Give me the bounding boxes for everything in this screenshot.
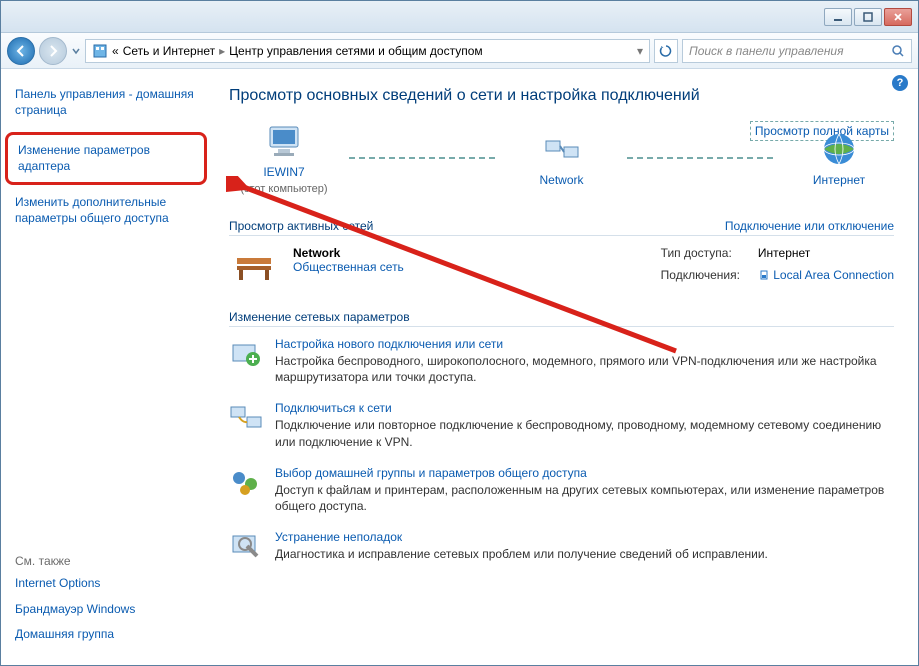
map-line [349, 157, 497, 159]
task-link[interactable]: Настройка нового подключения или сети [275, 337, 894, 351]
access-type-value: Интернет [758, 246, 894, 264]
new-connection-icon [229, 337, 263, 371]
advanced-sharing-link[interactable]: Изменить дополнительные параметры общего… [15, 195, 197, 226]
highlight-annotation: Изменение параметров адаптера [5, 132, 207, 185]
sidebar-seealso-0[interactable]: Internet Options [15, 576, 197, 592]
access-type-label: Тип доступа: [661, 246, 740, 264]
address-breadcrumb[interactable]: « Сеть и Интернет ▸ Центр управления сет… [85, 39, 650, 63]
network-type-link[interactable]: Общественная сеть [293, 260, 404, 274]
map-line [627, 157, 775, 159]
sidebar-seealso-2[interactable]: Домашняя группа [15, 627, 197, 643]
node-network: Network [507, 129, 617, 187]
search-placeholder: Поиск в панели управления [689, 44, 844, 58]
network-name: Network [293, 246, 404, 260]
task-troubleshoot: Устранение неполадок Диагностика и испра… [229, 530, 894, 564]
network-properties: Тип доступа: Интернет Подключения: Local… [661, 246, 894, 286]
breadcrumb-sep-icon: ▸ [219, 44, 225, 58]
node-this-pc: IEWIN7 (этот компьютер) [229, 121, 339, 195]
task-desc: Доступ к файлам и принтерам, расположенн… [275, 482, 894, 514]
page-title: Просмотр основных сведений о сети и наст… [229, 87, 894, 105]
task-desc: Настройка беспроводного, широкополосного… [275, 353, 894, 385]
minimize-button[interactable] [824, 8, 852, 26]
task-connect-network: Подключиться к сети Подключение или повт… [229, 401, 894, 449]
connection-link[interactable]: Local Area Connection [758, 268, 894, 286]
maximize-button[interactable] [854, 8, 882, 26]
connect-disconnect-link[interactable]: Подключение или отключение [725, 219, 894, 233]
search-input[interactable]: Поиск в панели управления [682, 39, 912, 63]
network-map: IEWIN7 (этот компьютер) Network Интернет [229, 121, 894, 195]
history-dropdown-icon[interactable] [71, 44, 81, 58]
computer-icon [264, 121, 304, 161]
breadcrumb-prefix: « [112, 44, 119, 58]
task-link[interactable]: Выбор домашней группы и параметров общег… [275, 466, 894, 480]
see-also-heading: См. также [15, 554, 197, 568]
control-panel-icon [92, 43, 108, 59]
task-link[interactable]: Подключиться к сети [275, 401, 894, 415]
nav-toolbar: « Сеть и Интернет ▸ Центр управления сет… [1, 33, 918, 69]
help-button[interactable]: ? [892, 75, 908, 91]
node-internet: Интернет [784, 129, 894, 187]
network-icon [542, 129, 582, 169]
node-this-pc-label: IEWIN7 [263, 165, 304, 179]
active-network-row: Network Общественная сеть Тип доступа: И… [229, 246, 894, 286]
forward-button[interactable] [39, 37, 67, 65]
back-button[interactable] [7, 37, 35, 65]
titlebar [1, 1, 918, 33]
troubleshoot-icon [229, 530, 263, 564]
task-new-connection: Настройка нового подключения или сети На… [229, 337, 894, 385]
task-desc: Диагностика и исправление сетевых пробле… [275, 546, 768, 562]
connections-label: Подключения: [661, 268, 740, 286]
breadcrumb-part1[interactable]: Сеть и Интернет [123, 44, 215, 58]
breadcrumb-part2[interactable]: Центр управления сетями и общим доступом [229, 44, 483, 58]
globe-icon [819, 129, 859, 169]
search-icon [891, 44, 905, 58]
sidebar: Панель управления - домашняя страница Из… [1, 69, 211, 665]
task-homegroup: Выбор домашней группы и параметров общег… [229, 466, 894, 514]
change-adapter-settings-link[interactable]: Изменение параметров адаптера [18, 143, 194, 174]
active-networks-section: Просмотр активных сетей Подключение или … [229, 219, 894, 286]
node-this-pc-sublabel: (этот компьютер) [240, 183, 327, 195]
change-settings-section: Изменение сетевых параметров Настройка н… [229, 310, 894, 564]
node-internet-label: Интернет [813, 173, 865, 187]
main-panel: ? Просмотр основных сведений о сети и на… [211, 69, 918, 665]
sidebar-seealso-1[interactable]: Брандмауэр Windows [15, 602, 197, 618]
active-network-info: Network Общественная сеть [293, 246, 404, 286]
task-desc: Подключение или повторное подключение к … [275, 417, 894, 449]
node-network-label: Network [539, 173, 583, 187]
window: « Сеть и Интернет ▸ Центр управления сет… [0, 0, 919, 666]
homegroup-icon [229, 466, 263, 500]
bench-icon [229, 246, 279, 286]
task-link[interactable]: Устранение неполадок [275, 530, 768, 544]
active-networks-heading: Просмотр активных сетей Подключение или … [229, 219, 894, 236]
close-button[interactable] [884, 8, 912, 26]
content: Панель управления - домашняя страница Из… [1, 69, 918, 665]
change-settings-heading: Изменение сетевых параметров [229, 310, 894, 327]
connect-network-icon [229, 401, 263, 435]
refresh-button[interactable] [654, 39, 678, 63]
ethernet-icon [758, 269, 770, 281]
breadcrumb-dropdown-icon[interactable]: ▾ [637, 44, 643, 58]
control-panel-home-link[interactable]: Панель управления - домашняя страница [15, 87, 197, 118]
